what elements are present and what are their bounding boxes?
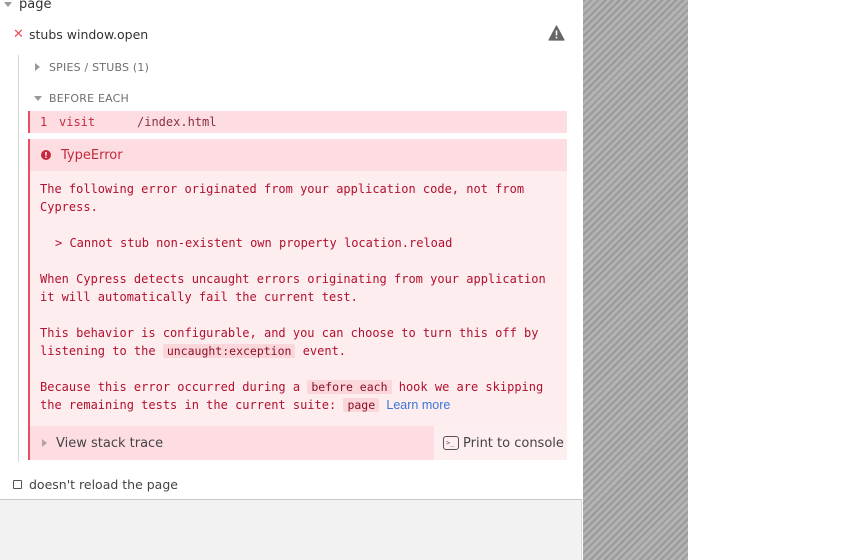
error-text: event. xyxy=(302,344,347,358)
error-header: ! TypeError xyxy=(30,139,567,171)
test-title: stubs window.open xyxy=(29,26,149,42)
x-icon: ✕ xyxy=(13,26,24,42)
view-stack-trace-toggle[interactable]: View stack trace xyxy=(30,426,434,460)
test-row-pending[interactable]: doesn't reload the page xyxy=(0,474,178,494)
error-text: Because this error occurred during a xyxy=(40,380,301,394)
error-paragraph: This behavior is configurable, and you c… xyxy=(40,324,560,360)
print-to-console-label: Print to console xyxy=(463,435,564,451)
error-paragraph: The following error originated from your… xyxy=(40,182,525,214)
learn-more-link[interactable]: Learn more xyxy=(386,398,450,412)
reporter-panel: page ✕ stubs window.open SPIES / STUBS (… xyxy=(0,0,582,560)
chevron-right-icon xyxy=(35,63,40,71)
command-row-visit[interactable]: 1 visit /index.html xyxy=(28,111,567,133)
runnables-list: page ✕ stubs window.open SPIES / STUBS (… xyxy=(0,0,582,500)
warning-triangle-icon[interactable] xyxy=(548,25,565,41)
suite-title: page xyxy=(19,0,52,12)
suite-row[interactable]: page xyxy=(0,0,51,14)
command-message: /index.html xyxy=(137,115,217,129)
error-detail: > Cannot stub non-existent own property … xyxy=(55,236,453,250)
inline-code: uncaught:exception xyxy=(162,344,296,358)
inline-code: before each xyxy=(307,380,392,394)
print-to-console-button[interactable]: >_ Print to console xyxy=(434,426,567,460)
test-title: doesn't reload the page xyxy=(29,476,178,492)
error-name: TypeError xyxy=(61,147,123,163)
command-name: visit xyxy=(59,115,96,129)
test-nesting-line xyxy=(18,55,19,462)
section-label: BEFORE EACH xyxy=(49,91,130,105)
inline-code: page xyxy=(343,398,380,412)
error-panel: ! TypeError The following error originat… xyxy=(28,139,567,460)
chevron-down-icon[interactable] xyxy=(4,1,12,7)
chevron-down-icon xyxy=(34,95,42,101)
section-label: SPIES / STUBS (1) xyxy=(49,60,150,74)
chevron-right-icon xyxy=(42,439,47,447)
terminal-icon: >_ xyxy=(443,436,459,450)
error-footer: View stack trace >_ Print to console xyxy=(30,426,567,460)
before-each-section-toggle[interactable]: BEFORE EACH xyxy=(34,90,129,106)
pending-square-icon xyxy=(13,479,22,489)
exclamation-circle-icon: ! xyxy=(41,150,51,160)
test-row-failed[interactable]: ✕ stubs window.open xyxy=(0,24,582,44)
command-number: 1 xyxy=(40,115,48,129)
error-paragraph: When Cypress detects uncaught errors ori… xyxy=(40,272,546,304)
error-message: The following error originated from your… xyxy=(40,180,560,432)
spies-stubs-section-toggle[interactable]: SPIES / STUBS (1) xyxy=(34,59,149,75)
error-paragraph: Because this error occurred during a bef… xyxy=(40,378,560,414)
panel-resize-handle[interactable] xyxy=(583,0,688,560)
stack-trace-label: View stack trace xyxy=(56,435,164,451)
app-under-test-frame xyxy=(688,0,846,560)
